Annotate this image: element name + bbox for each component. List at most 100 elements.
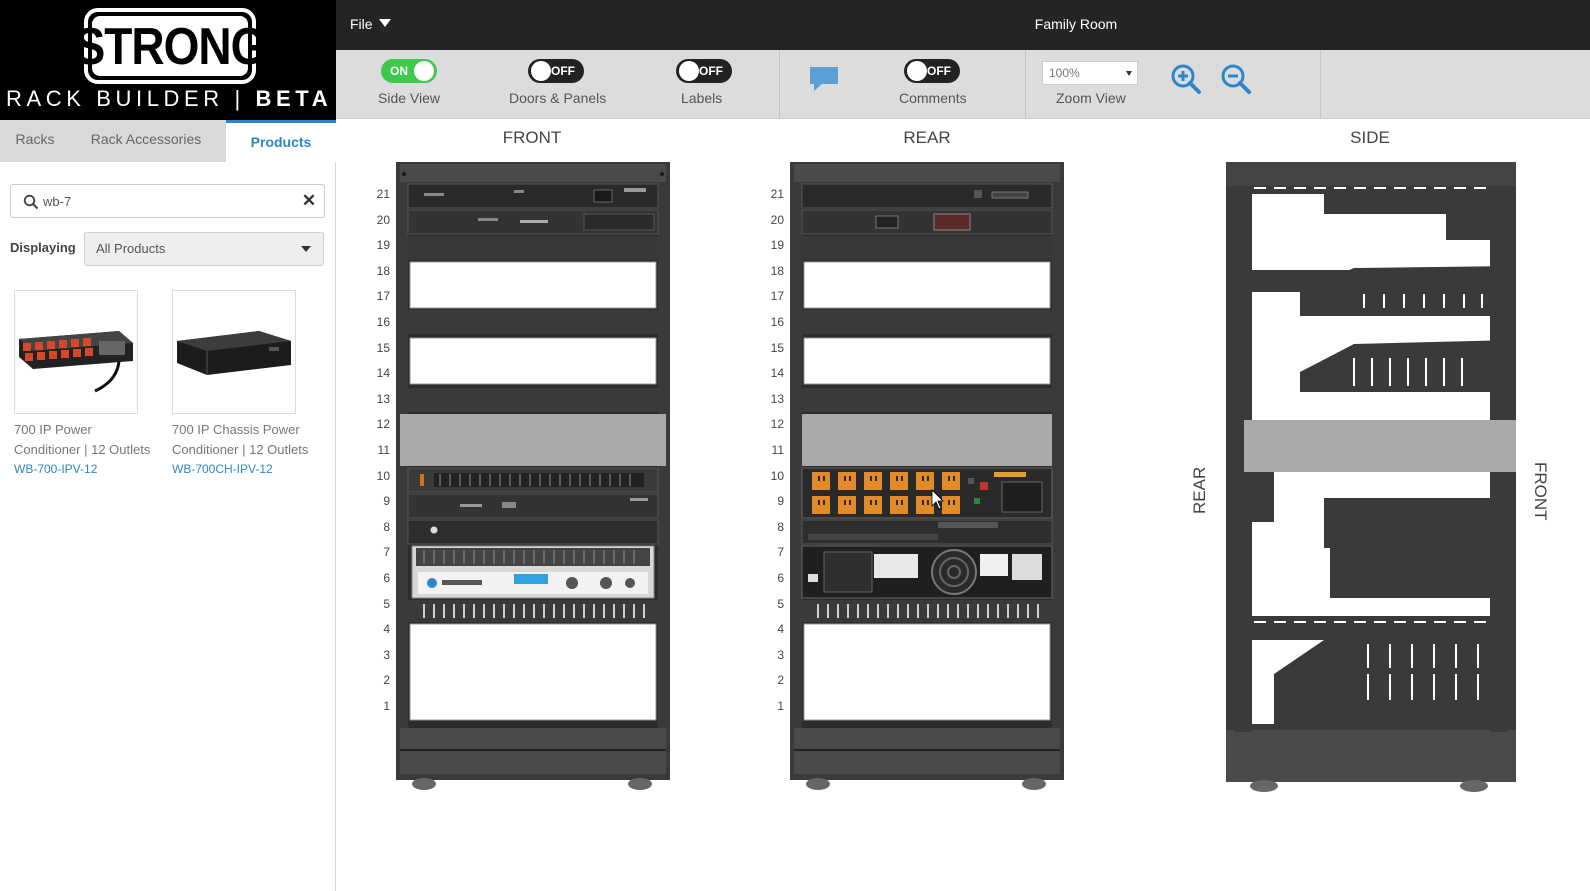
rack-unit-number: 19	[376, 238, 390, 253]
brand-header: STRONG RACK BUILDER | BETA	[0, 0, 336, 120]
front-device-u21[interactable]	[407, 183, 659, 209]
rear-shelf-u4[interactable]	[803, 623, 1051, 721]
rack-unit-number: 9	[777, 494, 784, 509]
front-vent-panel-u5[interactable]	[408, 600, 658, 622]
front-device-u10[interactable]	[407, 467, 659, 493]
chevron-down-icon	[378, 19, 391, 27]
side-device-u7[interactable]	[1330, 548, 1514, 598]
tab-rack-accessories[interactable]: Rack Accessories	[74, 120, 218, 162]
tab-racks[interactable]: Racks	[0, 120, 70, 162]
side-selected-u12[interactable]	[1244, 420, 1516, 472]
front-blank-u16[interactable]	[408, 310, 658, 334]
clear-search-icon[interactable]: ✕	[300, 191, 318, 211]
sidebar: STRONG RACK BUILDER | BETA Racks Rack Ac…	[0, 0, 336, 891]
tab-products[interactable]: Products	[226, 120, 336, 162]
front-device-u8[interactable]	[407, 519, 659, 545]
rack-unit-number: 7	[383, 545, 390, 560]
rear-device-u8[interactable]	[801, 519, 1053, 545]
labels-toggle[interactable]: OFF	[676, 59, 732, 83]
rear-device-u20[interactable]	[801, 209, 1053, 235]
front-device-u20[interactable]	[407, 209, 659, 235]
front-device-u9[interactable]	[407, 493, 659, 519]
rack-unit-number: 11	[771, 443, 784, 457]
toggle-state: OFF	[927, 64, 951, 78]
rack-unit-number: 6	[777, 571, 784, 585]
rear-shelf-u18[interactable]	[803, 261, 1051, 309]
rear-selected-u12[interactable]	[802, 414, 1052, 466]
side-device-u21[interactable]	[1324, 194, 1514, 214]
rack-unit-number: 2	[777, 673, 784, 688]
search-input[interactable]	[43, 189, 293, 213]
rear-view-title: REAR	[903, 128, 951, 147]
rack-unit-number: 13	[770, 391, 784, 406]
rack-unit-number: 10	[770, 468, 784, 483]
product-sku-link[interactable]: WB-700-IPV-12	[14, 462, 138, 476]
file-menu-label: File	[350, 16, 373, 32]
side-rack[interactable]	[1224, 160, 1520, 796]
rack-unit-number: 12	[376, 417, 390, 432]
rear-blank-u16[interactable]	[802, 310, 1052, 334]
rack-unit-number: 16	[770, 315, 784, 329]
front-blank-u13[interactable]	[408, 388, 658, 412]
side-device-rear-u10[interactable]	[1226, 472, 1274, 522]
side-rear-label: REAR	[1190, 466, 1209, 514]
zoom-dropdown[interactable]: 100%	[1042, 61, 1138, 85]
product-search: ✕	[10, 184, 325, 218]
rear-amplifier-u7[interactable]	[801, 545, 1053, 599]
comments-label: Comments	[899, 90, 967, 106]
rack-unit-number: 13	[376, 391, 390, 406]
rack-unit-number: 17	[376, 289, 390, 304]
chassis-power-conditioner-image[interactable]	[172, 290, 296, 414]
zoom-in-icon[interactable]	[1170, 63, 1202, 95]
side-device-u20[interactable]	[1446, 214, 1514, 240]
rack-unit-number: 14	[770, 366, 784, 381]
front-amplifier-u7[interactable]	[411, 545, 655, 599]
product-card[interactable]: 700 IP Power Conditioner | 12 Outlets WB…	[14, 290, 150, 476]
rear-blank-u13[interactable]	[802, 388, 1052, 412]
rack-unit-number: 5	[383, 596, 390, 611]
rear-device-u21[interactable]	[801, 183, 1053, 209]
rear-power-conditioner-u10[interactable]	[801, 467, 1053, 519]
product-name: 700 IP Chassis Power Conditioner | 12 Ou…	[172, 422, 309, 457]
rack-unit-number: 8	[777, 519, 784, 534]
front-shelf-u18[interactable]	[409, 261, 657, 309]
doors-panels-toggle[interactable]: OFF	[528, 59, 584, 83]
front-view-title: FRONT	[502, 128, 562, 147]
rear-vent-panel-u5[interactable]	[802, 600, 1052, 622]
front-shelf-u4[interactable]	[409, 623, 657, 721]
product-card[interactable]: 700 IP Chassis Power Conditioner | 12 Ou…	[172, 290, 308, 476]
rack-unit-number: 9	[383, 494, 390, 509]
comment-icon[interactable]	[808, 64, 840, 94]
rear-shelf-u15[interactable]	[803, 337, 1051, 385]
rack-unit-number: 3	[777, 647, 784, 662]
front-selected-u12[interactable]	[400, 414, 666, 466]
rack-unit-number: 3	[383, 647, 390, 662]
rear-blank-u19[interactable]	[802, 236, 1052, 260]
rear-rack[interactable]	[788, 160, 1068, 792]
product-sku-link[interactable]: WB-700CH-IPV-12	[172, 462, 296, 476]
rack-unit-number: 20	[770, 212, 784, 227]
side-device-u9[interactable]	[1324, 498, 1514, 548]
front-rack[interactable]	[394, 160, 674, 792]
rack-unit-number: 10	[376, 468, 390, 483]
zoom-out-icon[interactable]	[1220, 63, 1252, 95]
side-view-control: ON Side View	[366, 50, 456, 119]
side-view-toggle[interactable]: ON	[381, 59, 437, 83]
chevron-down-icon	[1126, 71, 1132, 76]
rack-unit-number: 20	[376, 212, 390, 227]
side-front-label: FRONT	[1531, 462, 1550, 521]
displaying-dropdown[interactable]: All Products	[84, 232, 324, 266]
top-bar: File Family Room	[336, 0, 1590, 50]
front-blank-u19[interactable]	[408, 236, 658, 260]
rack-unit-number: 18	[770, 263, 784, 278]
toolbar-divider	[1025, 50, 1026, 119]
comments-toggle[interactable]: OFF	[904, 59, 960, 83]
power-conditioner-image[interactable]	[14, 290, 138, 414]
displaying-value: All Products	[96, 241, 166, 256]
rack-unit-number: 2	[383, 673, 390, 688]
app-tagline: RACK BUILDER | BETA	[6, 86, 332, 112]
front-shelf-u15[interactable]	[409, 337, 657, 385]
file-menu[interactable]: File	[350, 16, 391, 32]
comments-control: OFF Comments	[896, 50, 976, 119]
rack-unit-number: 19	[770, 238, 784, 253]
